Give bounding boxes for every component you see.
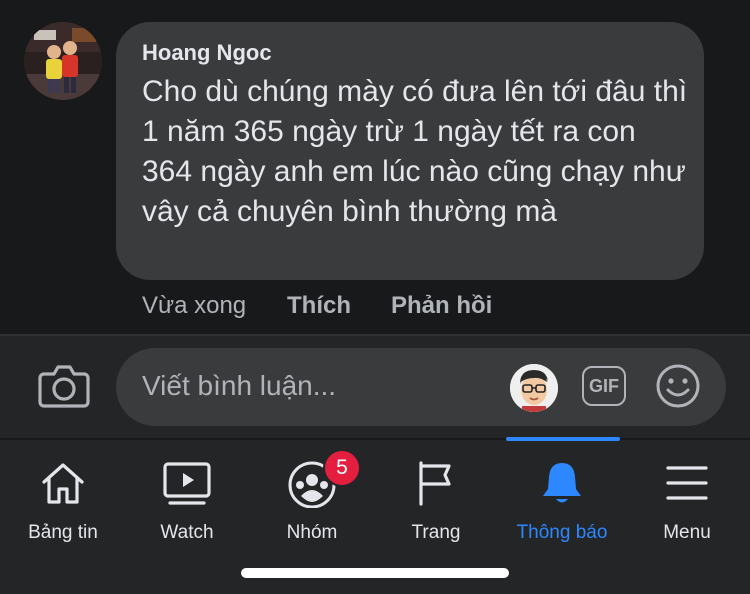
comment-input-placeholder: Viết bình luận... xyxy=(142,370,337,401)
comment-input[interactable]: Viết bình luận... GIF xyxy=(116,348,726,426)
tab-label: Trang xyxy=(411,522,461,543)
home-icon xyxy=(38,458,88,508)
tab-label: Thông báo xyxy=(516,522,608,543)
active-tab-indicator xyxy=(506,437,620,441)
tab-menu[interactable]: Menu xyxy=(624,440,750,550)
avatar-sticker-icon[interactable] xyxy=(510,364,558,412)
tab-notifications[interactable]: Thông báo xyxy=(499,440,625,550)
tab-label: Watch xyxy=(160,522,214,543)
comment-thread: Hoang Ngoc Cho dù chúng mày có đưa lên t… xyxy=(0,0,750,334)
comment-bubble[interactable]: Hoang Ngoc Cho dù chúng mày có đưa lên t… xyxy=(116,22,704,280)
tab-pages[interactable]: Trang xyxy=(373,440,499,550)
comment-composer: Viết bình luận... GIF xyxy=(0,336,750,438)
tab-news-feed[interactable]: Bảng tin xyxy=(0,440,126,550)
comment-author[interactable]: Hoang Ngoc xyxy=(142,40,272,66)
menu-icon xyxy=(662,458,712,508)
tab-label: Menu xyxy=(663,522,711,543)
tab-label: Bảng tin xyxy=(28,522,98,543)
watch-icon xyxy=(162,458,212,508)
gif-button[interactable]: GIF xyxy=(582,366,626,406)
reply-button[interactable]: Phản hồi xyxy=(391,292,492,320)
camera-icon[interactable] xyxy=(38,362,90,410)
like-button[interactable]: Thích xyxy=(287,292,351,320)
emoji-icon[interactable] xyxy=(654,362,702,410)
tab-groups[interactable]: 5 Nhóm xyxy=(249,440,375,550)
bell-icon xyxy=(537,458,587,508)
commenter-avatar[interactable] xyxy=(24,22,102,100)
comment-text: Cho dù chúng mày có đưa lên tới đâu thì … xyxy=(142,75,688,228)
home-indicator[interactable] xyxy=(241,568,509,578)
flag-icon xyxy=(411,458,461,508)
comment-timestamp: Vừa xong xyxy=(142,292,247,319)
tab-label: Nhóm xyxy=(286,522,338,543)
tab-watch[interactable]: Watch xyxy=(124,440,250,550)
groups-badge: 5 xyxy=(323,449,361,487)
